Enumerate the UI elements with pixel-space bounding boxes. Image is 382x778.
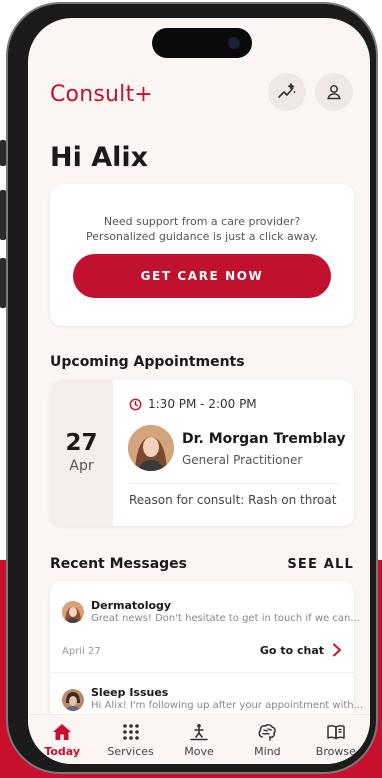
upcoming-appointments-heading: Upcoming Appointments — [50, 354, 245, 370]
home-icon — [53, 724, 72, 740]
message-avatar — [62, 601, 84, 623]
recent-messages-heading: Recent Messages — [50, 556, 187, 572]
brain-icon — [258, 724, 277, 741]
message-preview: Great news! Don't hesitate to get in tou… — [91, 613, 360, 624]
insights-button[interactable] — [268, 73, 306, 111]
consult-reason: Reason for consult: Rash on throat — [129, 493, 337, 507]
care-prompt-line-2: Personalized guidance is just a click aw… — [86, 230, 318, 243]
doctor-role: General Practitioner — [182, 453, 303, 467]
appointment-day: 27 — [65, 430, 98, 456]
sparkle-trend-icon — [278, 83, 296, 98]
doctor-name: Dr. Morgan Tremblay — [182, 431, 346, 447]
tab-label: Services — [107, 745, 154, 758]
doctor-avatar — [128, 425, 174, 471]
tab-mind[interactable]: Mind — [233, 715, 301, 764]
go-to-chat-label: Go to chat — [259, 643, 324, 657]
tab-today[interactable]: Today — [28, 715, 96, 764]
get-care-now-button[interactable]: GET CARE NOW — [73, 254, 331, 298]
appointment-time-row: 1:30 PM - 2:00 PM — [129, 397, 257, 411]
tab-label: Browse — [315, 745, 356, 758]
message-date: April 27 — [62, 646, 101, 657]
divider — [50, 672, 354, 673]
appointment-date: 27 Apr — [50, 380, 113, 526]
see-all-link[interactable]: SEE ALL — [287, 557, 354, 572]
tab-move[interactable]: Move — [165, 715, 233, 764]
message-preview: Hi Alix! I'm following up after your app… — [91, 700, 364, 711]
grid-icon — [122, 724, 139, 740]
tab-label: Mind — [254, 745, 281, 758]
bottom-tab-bar: Today Services Move Mind Browse — [28, 714, 370, 764]
tab-browse[interactable]: Browse — [302, 715, 370, 764]
device-stage: Consult+ Hi Alix Need support from a car — [0, 0, 382, 778]
tab-label: Today — [44, 745, 81, 758]
brand-logo: Consult+ — [50, 82, 153, 107]
book-icon — [327, 725, 345, 740]
appointment-month: Apr — [69, 458, 94, 474]
get-care-card: Need support from a care provider? Perso… — [50, 184, 354, 326]
profile-button[interactable] — [315, 73, 353, 111]
app-screen: Consult+ Hi Alix Need support from a car — [28, 18, 370, 764]
dynamic-island — [152, 28, 252, 58]
appointment-card[interactable]: 27 Apr 1:30 PM - 2:00 PM Dr. Morgan Trem… — [50, 380, 354, 526]
tab-services[interactable]: Services — [96, 715, 164, 764]
divider — [129, 483, 339, 484]
appointment-time: 1:30 PM - 2:00 PM — [148, 397, 257, 411]
care-prompt-line-1: Need support from a care provider? — [103, 215, 301, 228]
tab-label: Move — [184, 745, 214, 758]
message-title: Sleep Issues — [91, 686, 169, 699]
message-avatar — [62, 689, 84, 711]
greeting-title: Hi Alix — [50, 142, 149, 173]
user-icon — [327, 85, 341, 100]
clock-icon — [129, 398, 142, 410]
go-to-chat-link[interactable]: Go to chat — [260, 643, 342, 657]
message-title: Dermatology — [91, 599, 172, 612]
activity-icon — [190, 724, 208, 741]
chevron-right-icon — [333, 643, 341, 657]
phone-frame: Consult+ Hi Alix Need support from a car — [6, 2, 378, 774]
